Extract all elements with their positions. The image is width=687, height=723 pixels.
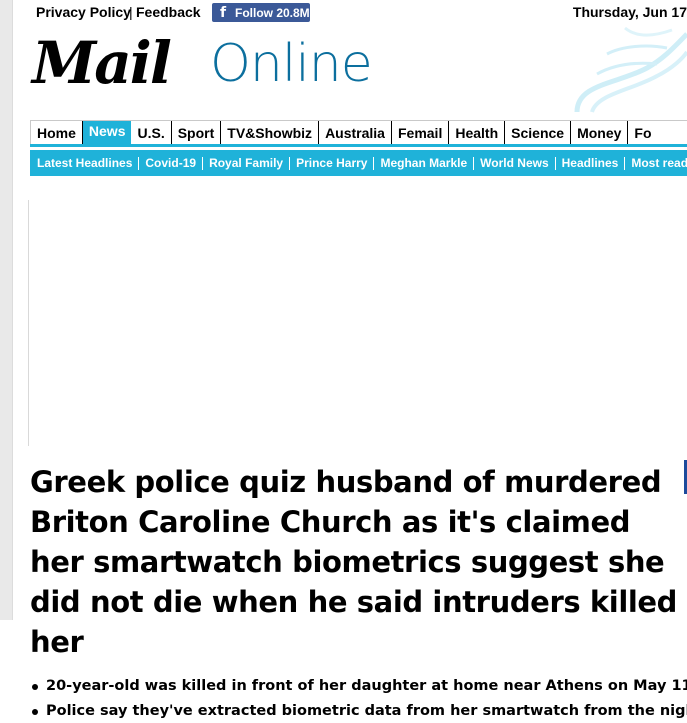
logo-online: Online [210, 34, 373, 94]
subnav-covid-19[interactable]: Covid-19 [139, 156, 204, 170]
nav-health[interactable]: Health [449, 121, 506, 144]
subnav-world-news[interactable]: World News [474, 156, 556, 170]
page-left-edge [0, 0, 13, 620]
nav-sport[interactable]: Sport [172, 121, 222, 144]
subnav-headlines[interactable]: Headlines [556, 156, 626, 170]
top-bar: Privacy Policy | Feedback f Follow 20.8M… [28, 0, 687, 24]
subnav-prince-harry[interactable]: Prince Harry [290, 156, 375, 170]
nav-us[interactable]: U.S. [131, 121, 172, 144]
nav-tv-showbiz[interactable]: TV&Showbiz [221, 121, 320, 144]
logo-mail: Mail [32, 29, 172, 97]
nav-science[interactable]: Science [505, 121, 572, 144]
nav-femail[interactable]: Femail [392, 121, 450, 144]
summary-bullet: Police say they've extracted biometric d… [30, 699, 687, 723]
facebook-follow-label: Follow 20.8M [235, 5, 310, 20]
nav-news[interactable]: News [82, 121, 132, 144]
nav-australia[interactable]: Australia [319, 121, 392, 144]
feedback-link[interactable]: Feedback [136, 4, 201, 20]
privacy-policy-link[interactable]: Privacy Policy [36, 4, 131, 20]
article-summary: 20-year-old was killed in front of her d… [30, 674, 687, 723]
facebook-icon: f [219, 4, 227, 21]
sub-nav: Latest Headlines Covid-19 Royal Family P… [30, 150, 687, 176]
nav-home[interactable]: Home [30, 121, 83, 144]
facebook-follow-button[interactable]: f Follow 20.8M [212, 3, 310, 22]
subnav-most-read[interactable]: Most read [625, 156, 687, 170]
subnav-latest-headlines[interactable]: Latest Headlines [30, 156, 140, 170]
separator: | [129, 4, 133, 20]
subnav-royal-family[interactable]: Royal Family [203, 156, 291, 170]
summary-bullet: 20-year-old was killed in front of her d… [30, 674, 687, 699]
ad-slot-border [28, 200, 29, 446]
masthead-decoration-icon [574, 26, 687, 113]
article-headline: Greek police quiz husband of murdered Br… [30, 465, 678, 659]
current-date: Thursday, Jun 17 [572, 4, 687, 20]
nav-food[interactable]: Fo [628, 121, 657, 144]
main-nav: Home News U.S. Sport TV&Showbiz Australi… [30, 120, 687, 147]
subnav-meghan-markle[interactable]: Meghan Markle [374, 156, 475, 170]
masthead[interactable]: Mail Online [28, 26, 687, 113]
nav-money[interactable]: Money [571, 121, 629, 144]
